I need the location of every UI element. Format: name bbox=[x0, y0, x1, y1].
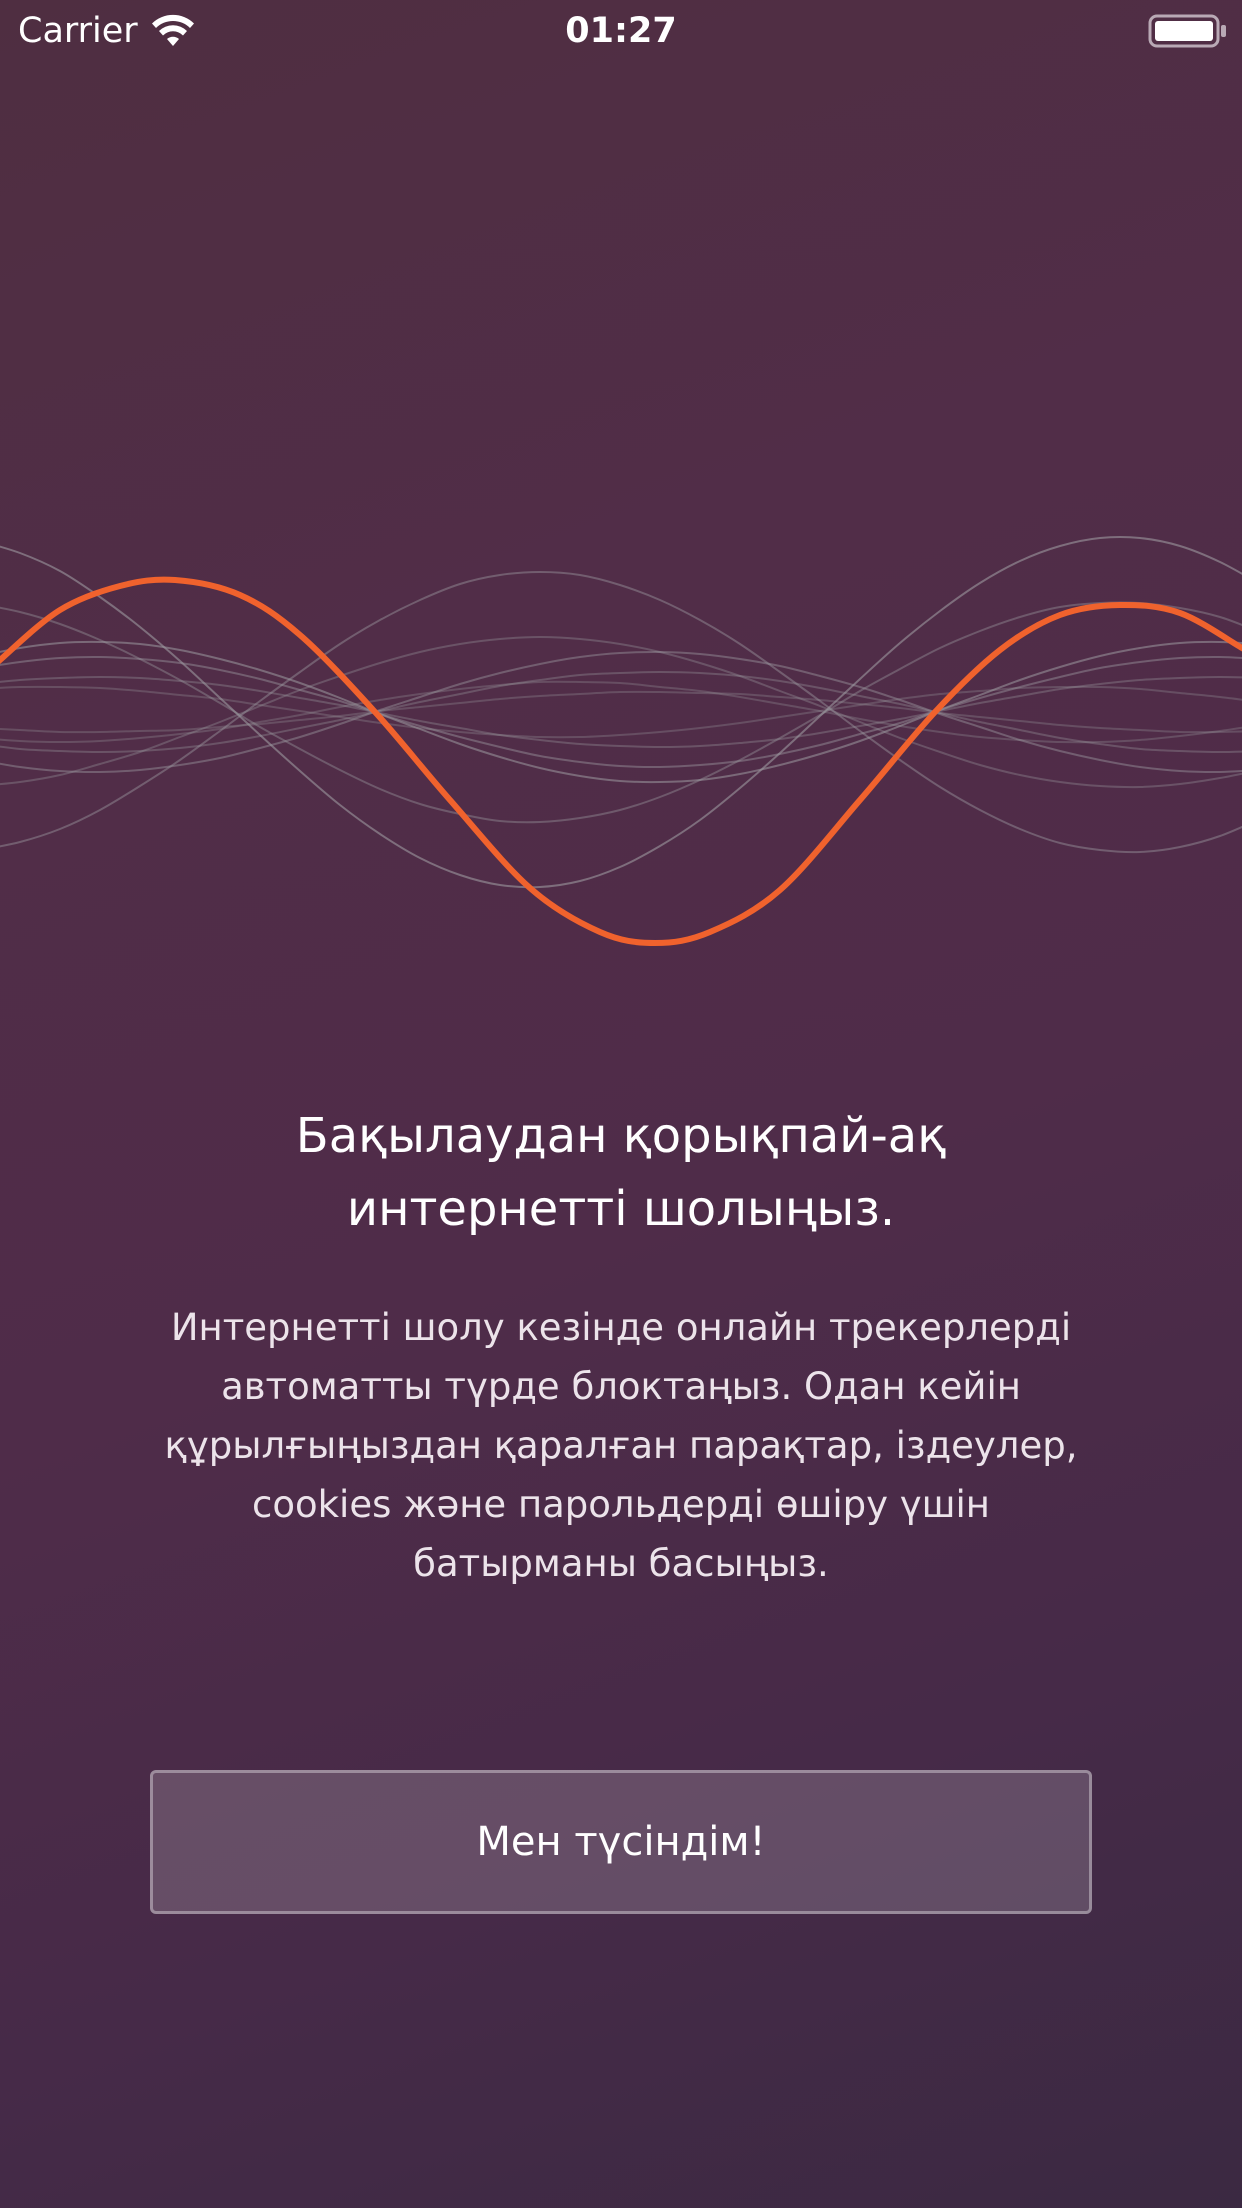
onboarding-description: Интернетті шолу кезінде онлайн трекерлер… bbox=[121, 1298, 1121, 1593]
sound-wave-illustration bbox=[0, 536, 1242, 947]
description-line-5: батырманы басыңыз. bbox=[413, 1542, 829, 1585]
accent-wave-line bbox=[0, 576, 1242, 947]
wave-line-8 bbox=[0, 601, 1242, 824]
battery-icon bbox=[1148, 14, 1226, 48]
onboarding-title: Бақылаудан қорықпай-ақ интернетті шолыңы… bbox=[121, 1100, 1121, 1246]
description-line-2: автоматты түрде блоктаңыз. Одан кейін bbox=[221, 1365, 1021, 1408]
got-it-button[interactable]: Мен түсіндім! bbox=[150, 1770, 1092, 1914]
wave-line-4 bbox=[0, 650, 1242, 774]
wave-line-7 bbox=[0, 536, 1242, 889]
description-line-3: құрылғыңыздан қаралған парақтар, іздеуле… bbox=[164, 1424, 1078, 1467]
wave-line-12 bbox=[0, 680, 1242, 744]
description-line-4: cookies және парольдерді өшіру үшін bbox=[252, 1483, 990, 1526]
status-time: 01:27 bbox=[565, 11, 677, 51]
title-line-1: Бақылаудан қорықпай-ақ bbox=[295, 1108, 947, 1164]
title-line-2: интернетті шолыңыз. bbox=[346, 1181, 896, 1237]
status-bar: Carrier 01:27 bbox=[0, 0, 1242, 62]
wave-line-6 bbox=[0, 690, 1242, 734]
description-line-1: Интернетті шолу кезінде онлайн трекерлер… bbox=[170, 1306, 1072, 1349]
